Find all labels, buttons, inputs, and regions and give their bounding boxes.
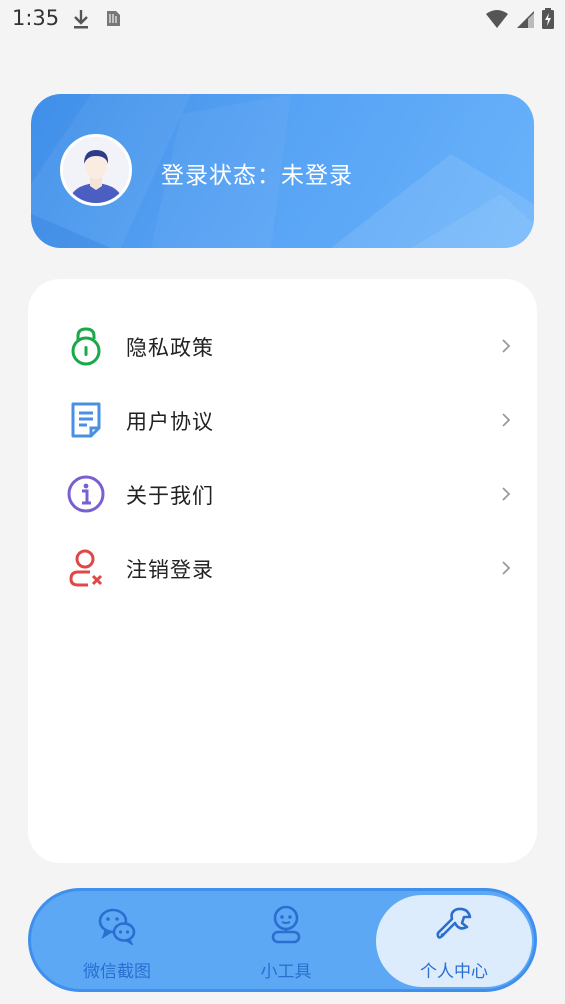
- tab-tools[interactable]: 小工具: [204, 891, 364, 989]
- chevron-right-icon: [500, 336, 512, 356]
- menu-item-label: 注销登录: [126, 558, 214, 582]
- menu-item-about-us[interactable]: 关于我们: [28, 464, 537, 524]
- wifi-icon: [485, 9, 509, 33]
- wrench-icon: [434, 905, 474, 945]
- avatar[interactable]: [60, 134, 132, 206]
- user-avatar-icon: [63, 137, 129, 203]
- menu-item-logout[interactable]: 注销登录: [28, 538, 537, 598]
- tab-personal-center[interactable]: 个人中心: [376, 895, 532, 987]
- menu-item-label: 隐私政策: [126, 336, 214, 360]
- status-right-icons: [485, 8, 555, 34]
- menu-card: 隐私政策 用户协议 关于我们 注销登录: [28, 279, 537, 863]
- menu-item-user-agreement[interactable]: 用户协议: [28, 390, 537, 450]
- tab-wechat-screenshot[interactable]: 微信截图: [35, 891, 195, 989]
- lock-icon: [66, 326, 106, 366]
- chevron-right-icon: [500, 558, 512, 578]
- sim-card-icon: [104, 8, 122, 34]
- bottom-tab-bar: 微信截图 小工具 个人中心: [28, 888, 537, 992]
- chevron-right-icon: [500, 484, 512, 504]
- signal-icon: [515, 9, 535, 33]
- menu-item-privacy-policy[interactable]: 隐私政策: [28, 316, 537, 376]
- status-time: 1:35: [12, 6, 60, 30]
- download-icon: [72, 8, 90, 34]
- wechat-icon: [97, 905, 137, 947]
- robot-icon: [266, 905, 306, 945]
- login-status-text: 登录状态：未登录: [161, 163, 353, 189]
- tab-label: 微信截图: [83, 962, 151, 982]
- info-icon: [66, 474, 106, 514]
- menu-item-label: 用户协议: [126, 410, 214, 434]
- document-icon: [66, 400, 106, 440]
- status-bar: 1:35: [0, 0, 565, 38]
- status-left-icons: [72, 8, 122, 34]
- profile-card[interactable]: 登录状态：未登录: [31, 94, 534, 248]
- menu-item-label: 关于我们: [126, 484, 214, 508]
- chevron-right-icon: [500, 410, 512, 430]
- tab-label: 小工具: [260, 962, 312, 982]
- battery-charging-icon: [541, 8, 555, 34]
- tab-label: 个人中心: [420, 962, 488, 982]
- user-remove-icon: [66, 548, 106, 588]
